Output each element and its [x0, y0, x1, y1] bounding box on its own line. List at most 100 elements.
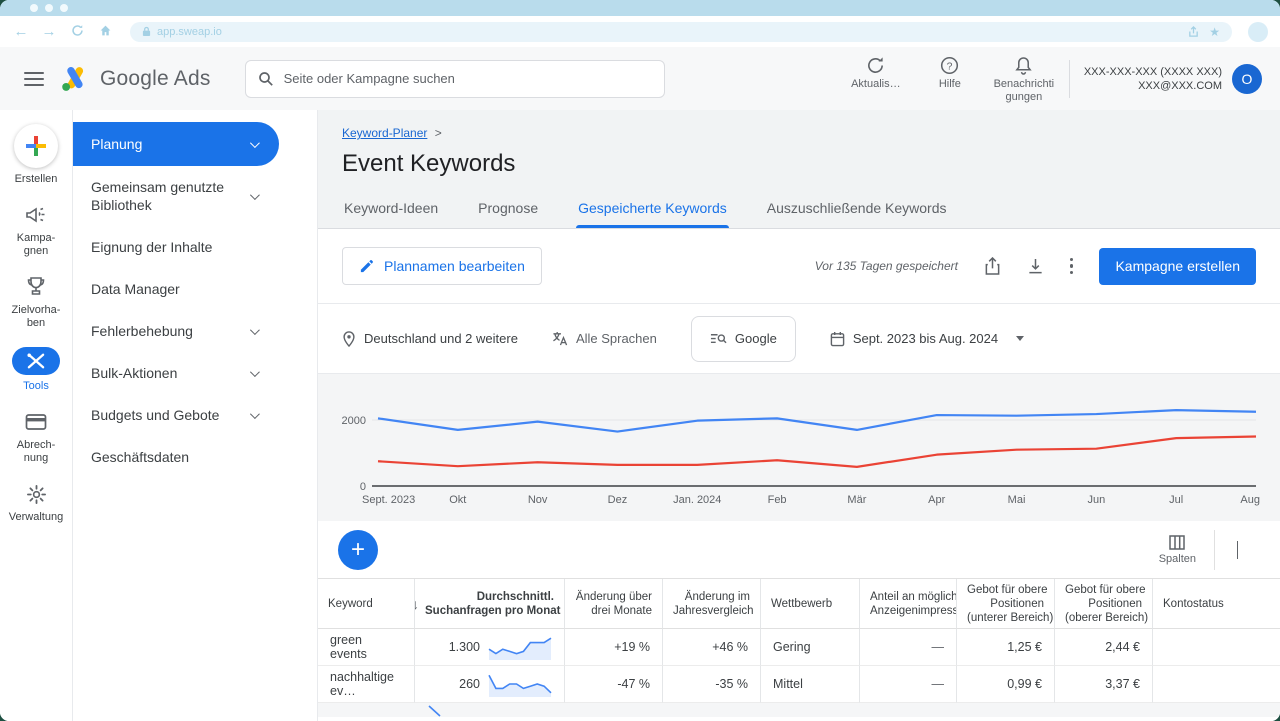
column-header--nderung--ber[interactable]: Änderung überdrei Monate	[565, 579, 663, 629]
bell-icon	[1015, 53, 1032, 75]
menu-icon[interactable]	[24, 72, 44, 86]
brand-name: Google Ads	[100, 67, 211, 91]
columns-button[interactable]: Spalten	[1141, 535, 1214, 565]
cell-competition: Gering	[761, 629, 860, 666]
search-input[interactable]	[284, 71, 652, 86]
svg-text:2000: 2000	[342, 415, 366, 427]
rail-item-kampagnen[interactable]: Kampa-gnen	[0, 203, 72, 258]
tab-keyword-ideen[interactable]: Keyword-Ideen	[342, 190, 440, 228]
sidebar-item-gesch-ftsdaten[interactable]: Geschäftsdaten	[73, 436, 317, 478]
column-header-anteil-an-m-glichen[interactable]: Anteil an möglichenAnzeigenimpressionen	[860, 579, 957, 629]
google-ads-logo: Google Ads	[60, 65, 211, 93]
table-toolbar: + Spalten	[318, 521, 1280, 579]
breadcrumb-separator: >	[435, 126, 442, 140]
download-icon[interactable]	[1027, 258, 1044, 275]
location-filter[interactable]: Deutschland und 2 weitere	[342, 331, 518, 347]
svg-text:Mai: Mai	[1008, 494, 1026, 506]
header-action-0[interactable]: Aktualis…	[839, 53, 913, 104]
sidebar-item-planung[interactable]: Planung	[73, 122, 279, 166]
breadcrumb: Keyword-Planer >	[342, 126, 1256, 140]
cell-bid-high: 2,44 €	[1055, 629, 1153, 666]
back-icon[interactable]: ←	[12, 24, 30, 39]
column-header-gebot-f-r-obere[interactable]: Gebot für oberePositionen(oberer Bereich…	[1055, 579, 1153, 629]
header-action-2[interactable]: Benachrichtigungen	[987, 53, 1061, 104]
cell-avg-searches: 260	[415, 666, 565, 703]
header-divider	[1069, 60, 1070, 98]
cell-keyword: green events	[318, 629, 415, 666]
cell-change-yoy: -35 %	[663, 666, 761, 703]
forward-icon[interactable]: →	[40, 24, 58, 39]
table-row-1[interactable]: nachhaltige ev…260-47 %-35 %Mittel—0,99 …	[318, 666, 1280, 703]
address-bar[interactable]: app.sweap.io ★	[130, 22, 1232, 42]
collapse-chart-button[interactable]	[1215, 541, 1260, 559]
column-header-kontostatus[interactable]: Kontostatus	[1153, 579, 1280, 629]
trophy-icon	[25, 275, 47, 299]
window-close-button[interactable]	[30, 4, 38, 12]
sidebar-item-fehlerbehebung[interactable]: Fehlerbehebung	[73, 310, 317, 352]
column-header-wettbewerb[interactable]: Wettbewerb	[761, 579, 860, 629]
home-icon[interactable]	[96, 24, 114, 40]
column-header--nderung-im[interactable]: Änderung imJahresvergleich	[663, 579, 761, 629]
card-icon	[25, 410, 47, 434]
column-header-durchschnittl-[interactable]: ↓Durchschnittl.Suchanfragen pro Monat	[415, 579, 565, 629]
help-icon: ?	[940, 53, 959, 75]
svg-text:Jun: Jun	[1087, 494, 1105, 506]
bookmark-star-icon[interactable]: ★	[1209, 25, 1220, 39]
create-campaign-button[interactable]: Kampagne erstellen	[1099, 248, 1256, 285]
page-title: Event Keywords	[342, 150, 1256, 178]
column-header-keyword[interactable]: Keyword	[318, 579, 415, 629]
cell-change-yoy: +46 %	[663, 629, 761, 666]
chevron-down-icon	[250, 409, 260, 419]
sidebar-item-eignung-der-inhalte[interactable]: Eignung der Inhalte	[73, 226, 317, 268]
breadcrumb-link[interactable]: Keyword-Planer	[342, 126, 427, 140]
megaphone-icon	[25, 203, 47, 227]
sparkline-chart	[488, 634, 552, 660]
keywords-table: Keyword↓Durchschnittl.Suchanfragen pro M…	[318, 579, 1280, 717]
location-pin-icon	[342, 331, 356, 347]
sort-descending-icon: ↓	[415, 597, 419, 611]
sidebar-item-data-manager[interactable]: Data Manager	[73, 268, 317, 310]
network-filter[interactable]: Google	[691, 316, 796, 362]
account-email: XXX@XXX.COM	[1084, 79, 1222, 93]
manage-search-icon	[710, 332, 727, 346]
browser-profile-avatar[interactable]	[1248, 22, 1268, 42]
window-minimize-button[interactable]	[45, 4, 53, 12]
rail-item-erstellen[interactable]: Erstellen	[0, 124, 72, 186]
reload-icon[interactable]	[68, 24, 86, 40]
share-icon[interactable]	[984, 257, 1001, 276]
table-row-partial[interactable]	[318, 703, 1280, 717]
browser-toolbar: ← → app.sweap.io ★	[0, 16, 1280, 47]
account-info: XXX-XXX-XXX (XXXX XXX) XXX@XXX.COM	[1084, 65, 1222, 93]
rail-item-tools[interactable]: Tools	[0, 347, 72, 393]
svg-text:Sept. 2023: Sept. 2023	[362, 494, 415, 506]
tab-auszuschlie-ende-keywords[interactable]: Auszuschließende Keywords	[765, 190, 949, 228]
svg-text:0: 0	[360, 481, 366, 493]
add-keywords-button[interactable]: +	[338, 530, 378, 570]
cell-change-3m: -47 %	[565, 666, 663, 703]
svg-text:Aug: Aug	[1240, 494, 1260, 506]
saved-note: Vor 135 Tagen gespeichert	[815, 259, 958, 273]
plan-toolbar: Plannamen bearbeiten Vor 135 Tagen gespe…	[318, 229, 1280, 304]
date-range-filter[interactable]: Sept. 2023 bis Aug. 2024	[830, 331, 1024, 347]
tab-prognose[interactable]: Prognose	[476, 190, 540, 228]
window-maximize-button[interactable]	[60, 4, 68, 12]
language-filter[interactable]: Alle Sprachen	[552, 331, 657, 346]
column-header-gebot-f-r-obere[interactable]: Gebot für oberePositionen(unterer Bereic…	[957, 579, 1055, 629]
rail-item-zielvorhaben[interactable]: Zielvorha-ben	[0, 275, 72, 330]
svg-text:Feb: Feb	[768, 494, 787, 506]
sidebar-item-budgets-und-gebote[interactable]: Budgets und Gebote	[73, 394, 317, 436]
table-row-0[interactable]: green events1.300+19 %+46 %Gering—1,25 €…	[318, 629, 1280, 666]
rail-item-abrechnung[interactable]: Abrech-nung	[0, 410, 72, 465]
avatar[interactable]: O	[1232, 64, 1262, 94]
share-page-icon[interactable]	[1188, 26, 1199, 38]
edit-plan-name-button[interactable]: Plannamen bearbeiten	[342, 247, 542, 285]
header-action-1[interactable]: ?Hilfe	[913, 53, 987, 104]
rail-item-verwaltung[interactable]: Verwaltung	[0, 482, 72, 524]
tools-icon	[12, 347, 60, 375]
sidebar-item-bulk-aktionen[interactable]: Bulk-Aktionen	[73, 352, 317, 394]
more-options-icon[interactable]	[1070, 258, 1074, 275]
tab-gespeicherte-keywords[interactable]: Gespeicherte Keywords	[576, 190, 729, 228]
sidebar-item-gemeinsam-genutzte-bibliothek[interactable]: Gemeinsam genutzte Bibliothek	[73, 166, 317, 226]
global-search[interactable]	[245, 60, 665, 98]
svg-text:Apr: Apr	[928, 494, 945, 506]
